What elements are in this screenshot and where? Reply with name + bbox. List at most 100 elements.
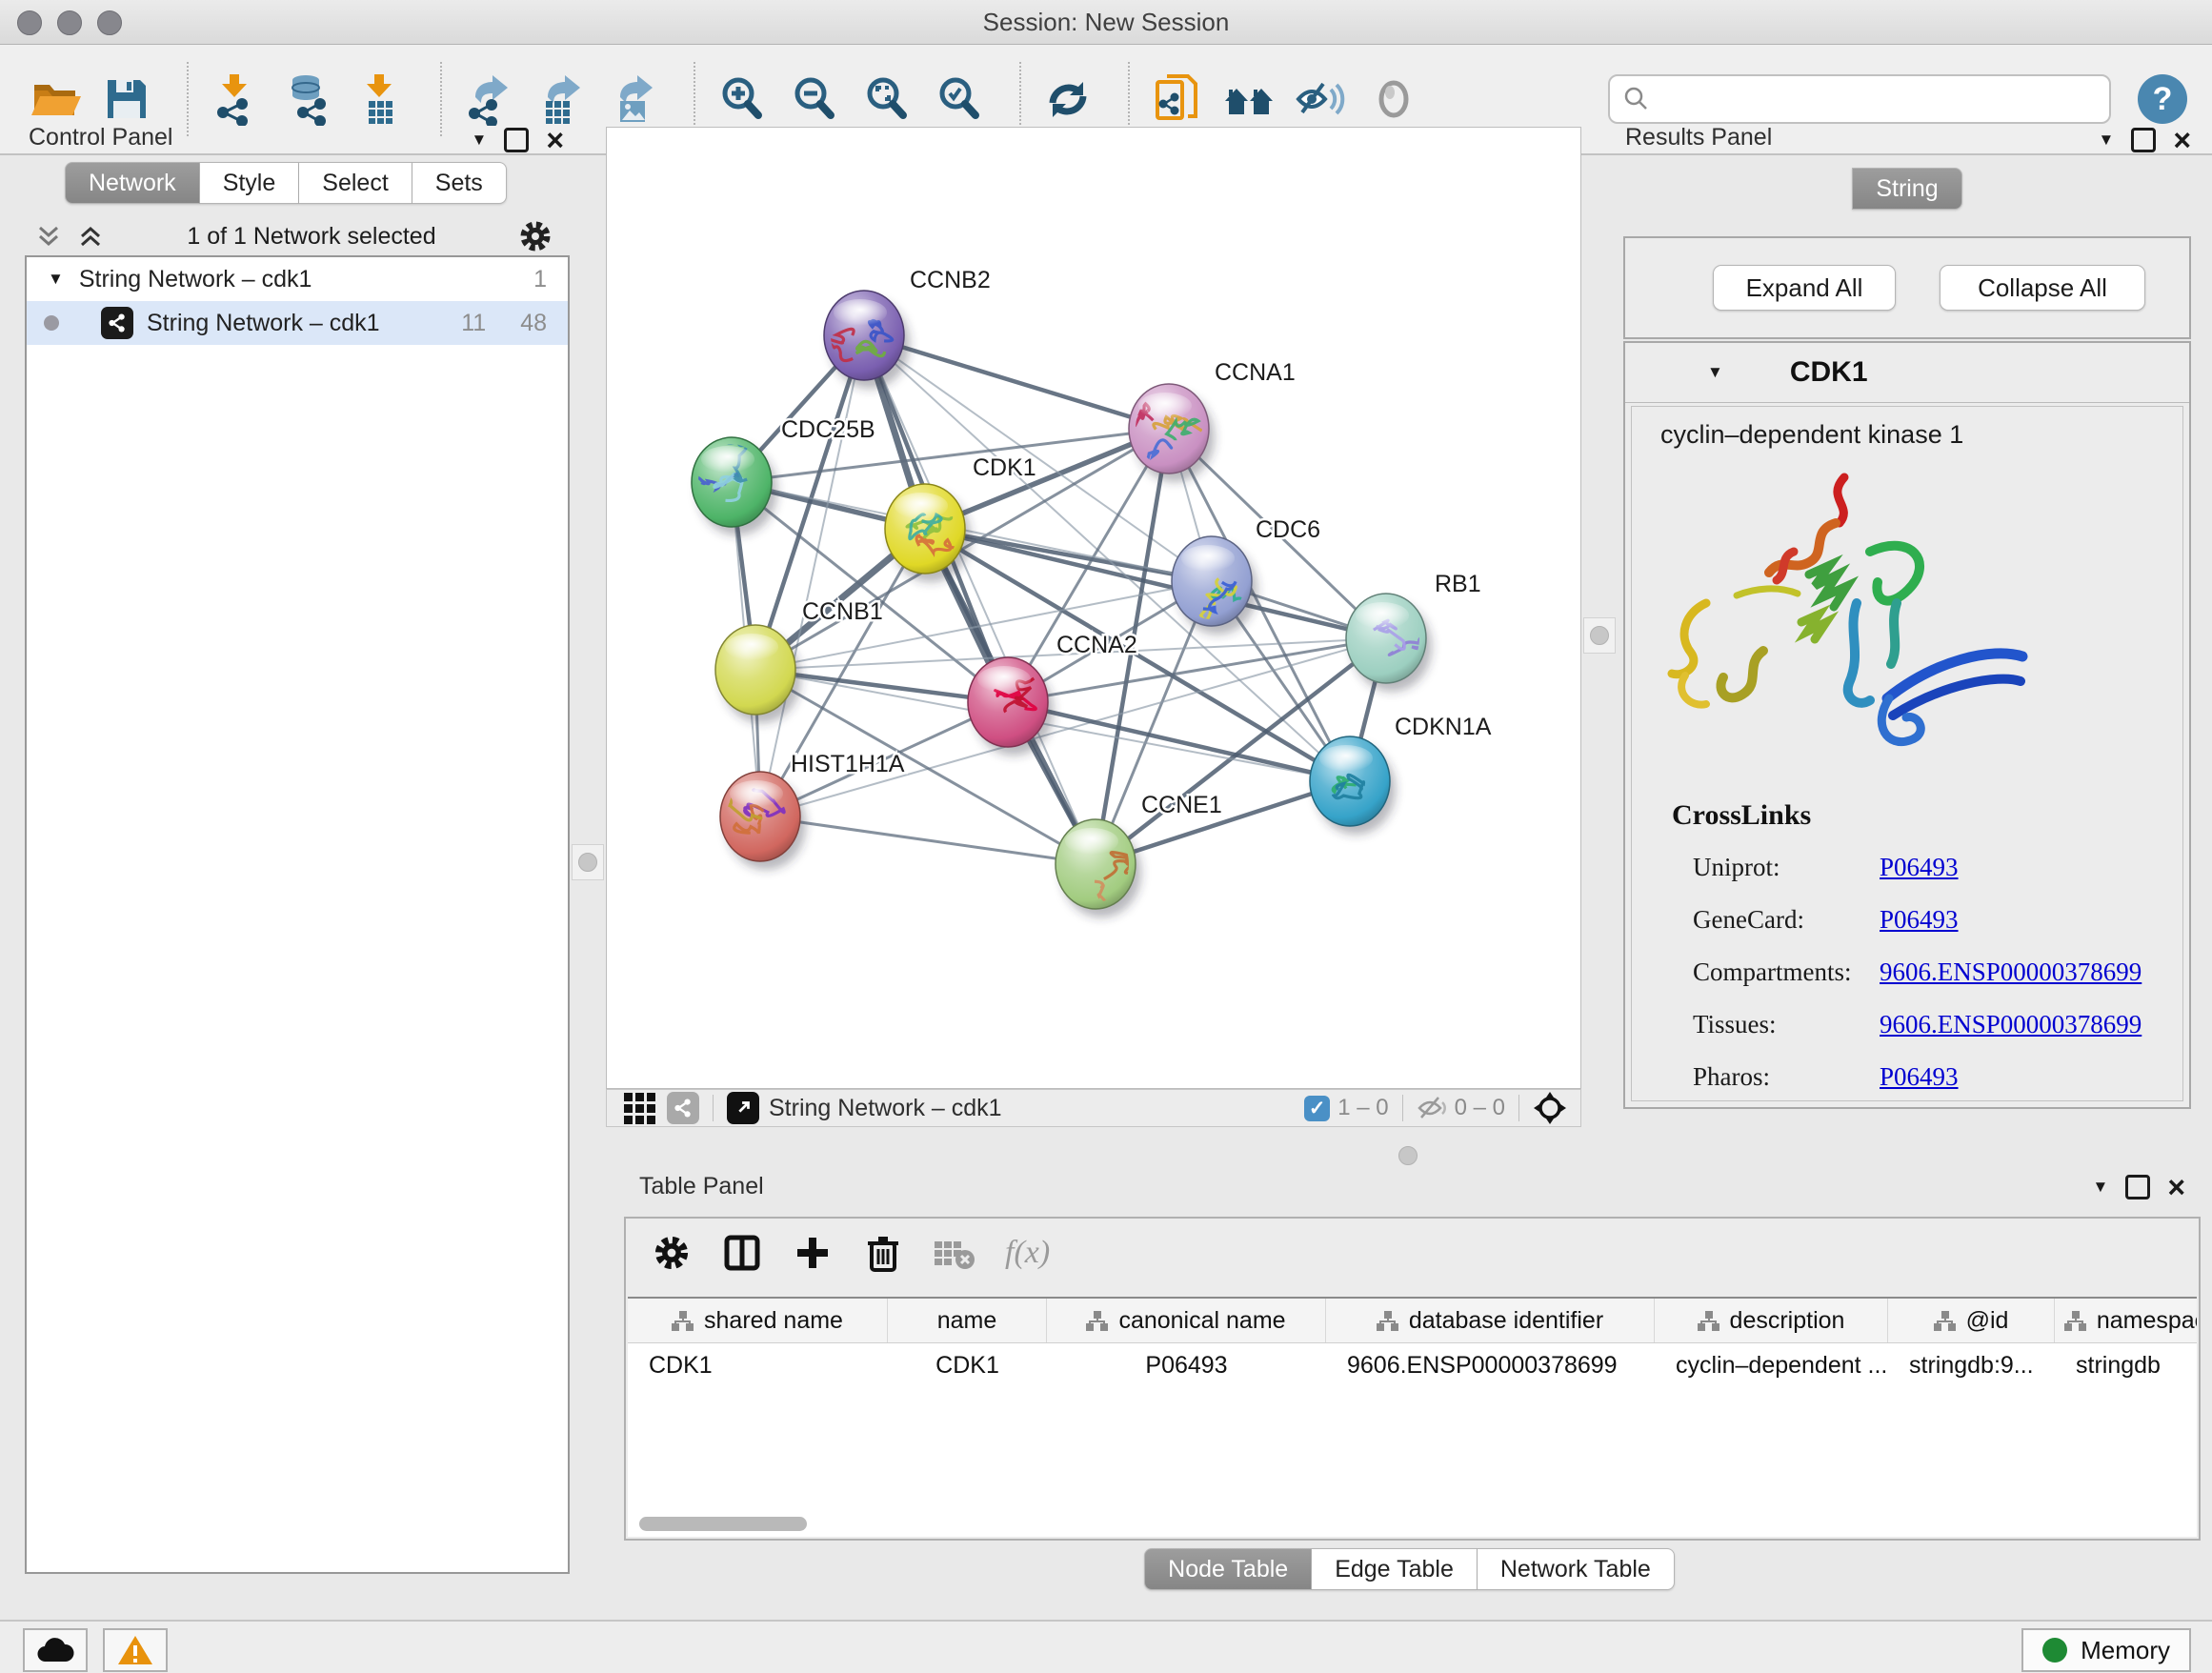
panel-menu-icon[interactable]: ▼ xyxy=(2098,131,2114,150)
tab-network-table[interactable]: Network Table xyxy=(1478,1548,1675,1590)
crosslink-link[interactable]: P06493 xyxy=(1880,853,1959,882)
table-cell[interactable]: stringdb:9... xyxy=(1888,1343,2055,1387)
column-header-database-identifier[interactable]: database identifier xyxy=(1326,1299,1655,1342)
show-columns-icon[interactable] xyxy=(721,1232,763,1274)
refresh-icon[interactable] xyxy=(1038,70,1097,129)
network-node-ccna1[interactable] xyxy=(1117,384,1215,482)
hide-selected-icon[interactable] xyxy=(1292,70,1351,129)
table-cell[interactable]: P06493 xyxy=(1047,1343,1326,1387)
right-splitter-handle[interactable] xyxy=(1583,617,1616,654)
table-cell[interactable]: stringdb xyxy=(2055,1343,2197,1387)
network-edge[interactable] xyxy=(1008,702,1350,781)
share-document-icon[interactable] xyxy=(1147,70,1206,129)
column-header-shared-name[interactable]: shared name xyxy=(628,1299,888,1342)
network-node-cdc25b[interactable] xyxy=(687,436,777,535)
delete-column-icon[interactable] xyxy=(862,1232,904,1274)
network-edge[interactable] xyxy=(864,335,1169,429)
tab-network[interactable]: Network xyxy=(65,162,200,204)
import-network-file-icon[interactable] xyxy=(206,70,265,129)
network-collection-row[interactable]: ▼ String Network – cdk1 1 xyxy=(27,257,568,301)
fit-selected-crosshair-icon[interactable] xyxy=(1533,1091,1567,1125)
close-panel-icon[interactable]: × xyxy=(2173,131,2191,150)
panel-menu-icon[interactable]: ▼ xyxy=(471,131,487,150)
show-all-icon[interactable] xyxy=(1364,70,1423,129)
tab-sets[interactable]: Sets xyxy=(412,162,507,204)
network-node-hist1h1a[interactable] xyxy=(712,772,806,870)
network-options-gear-icon[interactable] xyxy=(516,217,554,255)
network-node-ccnb2[interactable] xyxy=(824,291,910,389)
open-session-icon[interactable] xyxy=(25,70,84,129)
table-cell[interactable]: CDK1 xyxy=(888,1343,1047,1387)
delete-table-icon[interactable] xyxy=(933,1234,976,1272)
search-input[interactable] xyxy=(1650,85,2098,113)
network-row[interactable]: String Network – cdk1 11 48 xyxy=(27,301,568,345)
collapse-all-button[interactable]: Collapse All xyxy=(1940,265,2145,311)
column-header-namespac[interactable]: namespac xyxy=(2055,1299,2197,1342)
column-header-name[interactable]: name xyxy=(888,1299,1047,1342)
column-header-@id[interactable]: @id xyxy=(1888,1299,2055,1342)
tab-string[interactable]: String xyxy=(1852,168,1961,210)
network-node-cdc6[interactable] xyxy=(1172,536,1262,635)
gene-section-header[interactable]: ▼ CDK1 xyxy=(1625,343,2189,403)
crosslink-link[interactable]: P06493 xyxy=(1880,1062,1959,1092)
collapse-all-icon[interactable] xyxy=(32,222,65,251)
collapse-gene-icon[interactable]: ▼ xyxy=(1707,363,1723,382)
network-edge[interactable] xyxy=(925,529,1386,638)
search-field[interactable] xyxy=(1608,74,2111,124)
zoom-in-icon[interactable] xyxy=(713,70,772,129)
expand-all-icon[interactable] xyxy=(74,222,107,251)
cloud-button[interactable] xyxy=(23,1628,88,1672)
export-table-icon[interactable] xyxy=(532,70,591,129)
crosslink-link[interactable]: 9606.ENSP00000378699 xyxy=(1880,957,2142,987)
table-row[interactable]: CDK1CDK1P064939606.ENSP00000378699cyclin… xyxy=(628,1343,2197,1387)
tab-select[interactable]: Select xyxy=(299,162,412,204)
warnings-button[interactable] xyxy=(103,1628,168,1672)
collapse-collection-icon[interactable]: ▼ xyxy=(48,270,64,289)
network-edge[interactable] xyxy=(732,482,1212,581)
close-panel-icon[interactable]: × xyxy=(2167,1178,2185,1197)
network-node-cdk1[interactable] xyxy=(885,484,971,582)
fit-content-icon[interactable] xyxy=(857,70,916,129)
zoom-selected-icon[interactable] xyxy=(930,70,989,129)
float-panel-icon[interactable] xyxy=(2131,128,2156,152)
table-cell[interactable]: cyclin–dependent ... xyxy=(1655,1343,1888,1387)
selected-count-checkbox-icon[interactable]: ✓ xyxy=(1304,1096,1330,1121)
birds-eye-view-icon[interactable] xyxy=(624,1093,655,1124)
help-button[interactable]: ? xyxy=(2138,74,2187,124)
network-node-cdkn1a[interactable] xyxy=(1310,736,1396,835)
close-panel-icon[interactable]: × xyxy=(546,131,564,150)
detach-view-icon[interactable] xyxy=(727,1092,759,1124)
column-header-canonical-name[interactable]: canonical name xyxy=(1047,1299,1326,1342)
export-network-icon[interactable] xyxy=(459,70,518,129)
memory-button[interactable]: Memory xyxy=(2021,1628,2191,1672)
bottom-splitter-handle[interactable] xyxy=(1391,1145,1425,1166)
function-builder-icon[interactable]: f(x) xyxy=(1005,1235,1050,1271)
float-panel-icon[interactable] xyxy=(2125,1175,2150,1199)
network-view-canvas[interactable]: CCNB2CCNA1CDC25BCDK1CDC6RB1CCNB1CCNA2CDK… xyxy=(606,127,1581,1089)
network-node-ccne1[interactable] xyxy=(1056,819,1141,920)
export-image-icon[interactable] xyxy=(604,70,663,129)
string-home-icon[interactable] xyxy=(1219,70,1278,129)
add-column-icon[interactable] xyxy=(792,1232,834,1274)
tab-style[interactable]: Style xyxy=(200,162,300,204)
expand-all-button[interactable]: Expand All xyxy=(1713,265,1896,311)
network-node-ccna2[interactable] xyxy=(968,657,1054,756)
zoom-out-icon[interactable] xyxy=(785,70,844,129)
network-node-rb1[interactable] xyxy=(1346,594,1441,692)
table-options-gear-icon[interactable] xyxy=(651,1232,693,1274)
horizontal-scrollbar[interactable] xyxy=(639,1517,807,1531)
table-cell[interactable]: CDK1 xyxy=(628,1343,888,1387)
crosslink-link[interactable]: 9606.ENSP00000378699 xyxy=(1880,1010,2142,1039)
float-panel-icon[interactable] xyxy=(504,128,529,152)
tab-edge-table[interactable]: Edge Table xyxy=(1312,1548,1478,1590)
save-session-icon[interactable] xyxy=(97,70,156,129)
left-splitter-handle[interactable] xyxy=(572,844,604,880)
node-table[interactable]: shared namenamecanonical namedatabase id… xyxy=(628,1297,2197,1537)
network-edge[interactable] xyxy=(760,816,1096,864)
import-table-icon[interactable] xyxy=(351,70,410,129)
table-cell[interactable]: 9606.ENSP00000378699 xyxy=(1326,1343,1655,1387)
network-edge[interactable] xyxy=(864,335,1096,864)
panel-menu-icon[interactable]: ▼ xyxy=(2092,1178,2108,1197)
column-header-description[interactable]: description xyxy=(1655,1299,1888,1342)
import-network-database-icon[interactable] xyxy=(278,70,337,129)
